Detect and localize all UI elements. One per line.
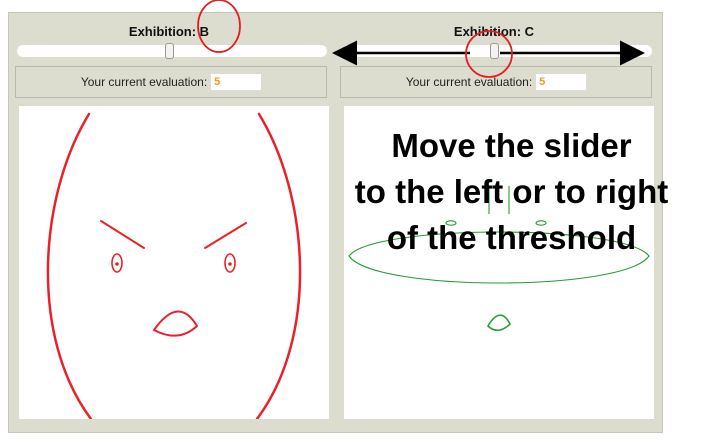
exhibition-title: Exhibition: C <box>453 24 535 39</box>
evaluation-value: 5 <box>211 74 262 90</box>
evaluation-readout: Your current evaluation: 5 <box>15 66 327 98</box>
slider-thumb[interactable] <box>490 43 499 59</box>
pupil-right <box>228 262 232 266</box>
angry-face-drawing <box>46 112 302 419</box>
exhibition-panel-b: Exhibition: B Your current evaluation: 5 <box>9 13 329 434</box>
pupil-left <box>115 262 119 266</box>
exhibition-panel-c: Exhibition: C Your current evaluation: 5 <box>334 13 654 434</box>
face-canvas <box>344 106 654 419</box>
eyebrow-left <box>100 220 145 249</box>
eye-right <box>535 220 547 226</box>
evaluation-slider[interactable] <box>342 43 652 59</box>
evaluation-frame: Exhibition: B Your current evaluation: 5 <box>8 12 663 433</box>
eyebrow-right <box>204 222 247 249</box>
face-outline-left <box>46 112 93 419</box>
evaluation-readout: Your current evaluation: 5 <box>340 66 652 98</box>
evaluation-label: Your current evaluation: <box>405 75 533 89</box>
evaluation-slider[interactable] <box>17 43 327 59</box>
face-outline <box>348 231 650 284</box>
mouth <box>487 314 511 332</box>
evaluation-value: 5 <box>536 74 587 90</box>
mouth <box>152 310 199 337</box>
exhibition-title: Exhibition: B <box>128 24 210 39</box>
evaluation-label: Your current evaluation: <box>80 75 208 89</box>
flat-face-drawing <box>348 186 650 332</box>
face-outline-right <box>255 112 302 419</box>
slider-thumb[interactable] <box>165 43 174 59</box>
face-canvas <box>19 106 329 419</box>
eye-left <box>445 220 457 226</box>
